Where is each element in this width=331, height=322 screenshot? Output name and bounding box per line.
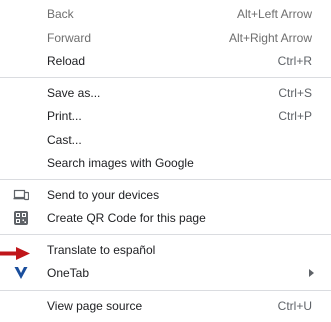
send-to-devices-icon: [13, 187, 30, 203]
menu-item-onetab-label: OneTab: [47, 266, 90, 280]
menu-item-qr-code[interactable]: Create QR Code for this page: [0, 207, 331, 229]
red-pointer-arrow-icon: [0, 247, 34, 264]
menu-item-qr-code-label: Create QR Code for this page: [47, 211, 206, 225]
submenu-chevron-right-icon: [309, 269, 314, 277]
menu-item-cast[interactable]: Cast...: [0, 129, 331, 151]
menu-item-search-images-label: Search images with Google: [47, 156, 194, 170]
menu-item-translate[interactable]: Translate to español: [0, 239, 331, 261]
menu-item-view-source-shortcut: Ctrl+U: [277, 299, 312, 313]
menu-item-reload[interactable]: Reload Ctrl+R: [0, 50, 331, 72]
menu-item-save-as-label: Save as...: [47, 86, 101, 100]
menu-item-reload-shortcut: Ctrl+R: [277, 54, 312, 68]
menu-item-cast-label: Cast...: [47, 133, 82, 147]
menu-item-reload-label: Reload: [47, 54, 86, 68]
menu-item-back[interactable]: Back Alt+Left Arrow: [0, 3, 331, 25]
menu-item-send-to-devices[interactable]: Send to your devices: [0, 184, 331, 206]
menu-separator: [0, 290, 331, 291]
menu-item-forward-shortcut: Alt+Right Arrow: [228, 31, 312, 45]
menu-item-save-as[interactable]: Save as... Ctrl+S: [0, 82, 331, 104]
menu-item-print[interactable]: Print... Ctrl+P: [0, 105, 331, 127]
menu-item-send-to-devices-label: Send to your devices: [47, 188, 160, 202]
menu-item-view-source[interactable]: View page source Ctrl+U: [0, 295, 331, 317]
menu-item-search-images[interactable]: Search images with Google: [0, 152, 331, 174]
menu-item-print-label: Print...: [47, 109, 82, 123]
menu-separator: [0, 234, 331, 235]
menu-item-back-shortcut: Alt+Left Arrow: [236, 7, 312, 21]
onetab-icon: [13, 265, 29, 281]
menu-item-print-shortcut: Ctrl+P: [278, 109, 312, 123]
context-menu: Back Alt+Left Arrow Forward Alt+Right Ar…: [0, 0, 331, 322]
menu-item-save-as-shortcut: Ctrl+S: [278, 86, 312, 100]
menu-separator: [0, 77, 331, 78]
menu-item-onetab[interactable]: OneTab: [0, 262, 331, 284]
menu-item-back-label: Back: [47, 7, 74, 21]
menu-item-forward-label: Forward: [47, 31, 92, 45]
qr-code-icon: [13, 210, 29, 226]
menu-item-view-source-label: View page source: [47, 299, 143, 313]
menu-item-forward[interactable]: Forward Alt+Right Arrow: [0, 27, 331, 49]
menu-separator: [0, 179, 331, 180]
menu-item-translate-label: Translate to español: [47, 243, 156, 257]
